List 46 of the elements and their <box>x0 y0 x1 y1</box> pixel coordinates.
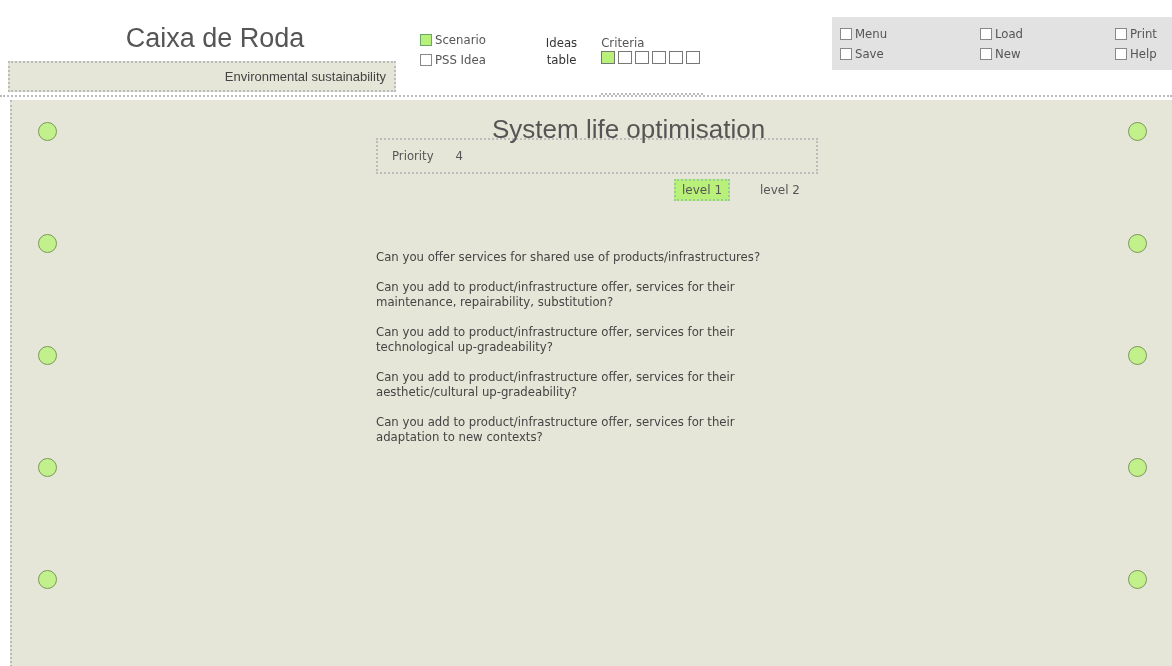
circle-marker-icon <box>37 458 57 477</box>
circle-marker-icon <box>1127 458 1147 477</box>
nav-checkbox[interactable] <box>420 54 432 66</box>
menu-link[interactable]: New <box>995 43 1021 64</box>
menu-checkbox[interactable] <box>840 27 852 40</box>
level-tab[interactable]: level 2 <box>752 179 808 201</box>
question-text: Can you add to product/infrastructure offer, services for their aesthetic/cultural up-gradeability? <box>376 369 736 399</box>
circle-marker-icon <box>1127 346 1147 365</box>
question-text: Can you add to product/infrastructure offer, services for their technological up-gradeability? <box>376 324 736 354</box>
level-tab[interactable]: level 1 <box>674 179 730 201</box>
circle-marker-icon <box>1127 122 1147 141</box>
menu-link[interactable]: Help <box>1130 43 1157 64</box>
menu-checkbox[interactable] <box>980 27 992 40</box>
criteria-step[interactable] <box>618 51 633 64</box>
criteria-step[interactable] <box>635 51 650 64</box>
circle-marker-icon <box>1127 234 1147 253</box>
circle-marker-icon <box>37 570 57 589</box>
question-text: Can you add to product/infrastructure offer, services for their maintenance, repairability, substitution? <box>376 279 736 309</box>
nav-checkbox[interactable] <box>420 34 432 46</box>
app-title: Caixa de Roda <box>124 22 306 55</box>
menu-link[interactable]: Menu <box>855 23 888 44</box>
subtitle-bar: Environmental sustainability <box>8 60 396 92</box>
nav-link[interactable]: Scenario <box>435 30 486 50</box>
section-title: System life optimisation <box>492 114 767 144</box>
criteria-step[interactable] <box>686 51 701 64</box>
priority-label: Priority <box>392 147 434 165</box>
circle-marker-icon <box>37 122 57 141</box>
criteria-label: Criteria <box>601 34 646 51</box>
question-text: Can you add to product/infrastructure offer, services for their adaptation to new contexts? <box>376 414 736 444</box>
menu-link[interactable]: Save <box>855 43 884 64</box>
menu-checkbox[interactable] <box>980 47 992 60</box>
question-text: Can you offer services for shared use of products/infrastructures? <box>376 249 762 264</box>
ideas-table-link[interactable]: Ideas table <box>545 34 578 95</box>
priority-value: 4 <box>455 147 464 165</box>
criteria-step[interactable] <box>669 51 684 64</box>
menu-checkbox[interactable] <box>1115 47 1127 60</box>
circle-marker-icon <box>37 346 57 365</box>
menu-checkbox[interactable] <box>1115 27 1127 40</box>
criteria-step[interactable] <box>652 51 667 64</box>
criteria-step[interactable] <box>601 51 616 64</box>
circle-marker-icon <box>1127 570 1147 589</box>
nav-link[interactable]: PSS Idea <box>435 50 486 70</box>
menu-link[interactable]: Print <box>1130 23 1157 44</box>
menu-checkbox[interactable] <box>840 47 852 60</box>
circle-marker-icon <box>37 234 57 253</box>
menu-link[interactable]: Load <box>995 23 1024 44</box>
